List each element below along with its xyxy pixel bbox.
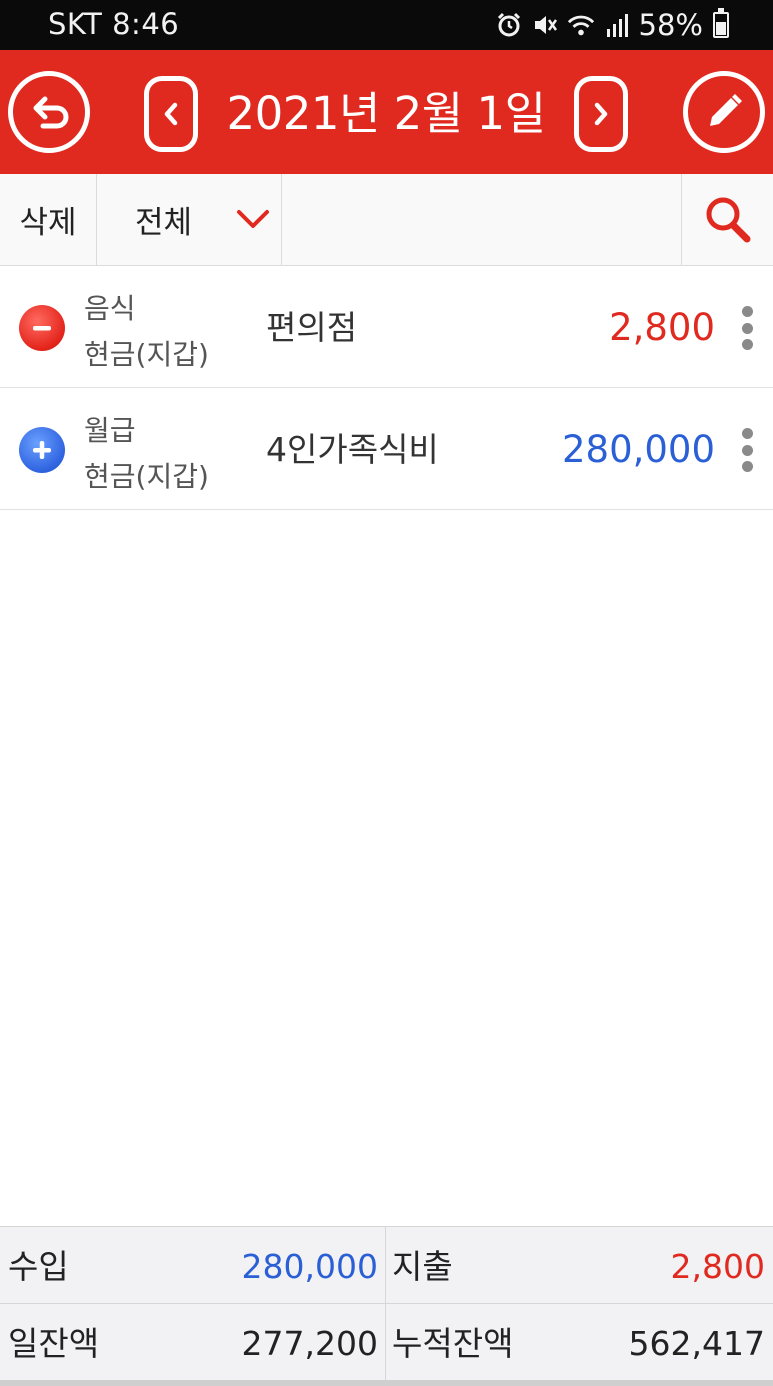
plus-circle-icon: [19, 427, 65, 473]
chevron-right-icon: [594, 102, 608, 126]
filter-value: 전체: [135, 205, 193, 241]
daily-balance-label: 일잔액: [8, 1324, 100, 1363]
transaction-account: 현금(지갑): [84, 338, 209, 371]
status-bar: SKT 8:46 58%: [0, 0, 773, 50]
expense-value: 2,800: [670, 1247, 765, 1286]
delete-button[interactable]: 삭제: [0, 174, 97, 265]
status-icons: 58%: [495, 7, 729, 43]
summary-row-totals: 수입 280,000 지출 2,800: [0, 1227, 773, 1304]
bottom-edge: [0, 1380, 773, 1386]
chevron-down-icon: [237, 210, 269, 228]
toolbar: 삭제 전체: [0, 174, 773, 266]
transaction-list: 음식 현금(지갑) 편의점 2,800 월급 현금(지갑) 4인가족식비 280…: [0, 266, 773, 510]
transaction-category: 음식: [84, 292, 136, 325]
wifi-icon: [567, 11, 595, 39]
battery-icon: [713, 8, 729, 38]
pencil-icon: [710, 94, 742, 126]
chevron-left-icon: [164, 102, 178, 126]
more-options-icon[interactable]: [741, 428, 753, 472]
minus-circle-icon: [19, 305, 65, 351]
battery-percent: 58%: [638, 8, 703, 42]
app-header: 2021년 2월 1일: [0, 50, 773, 174]
transaction-memo: 4인가족식비: [266, 430, 439, 469]
income-label: 수입: [8, 1247, 69, 1286]
date-title[interactable]: 2021년 2월 1일: [200, 86, 572, 142]
daily-balance-value: 277,200: [241, 1324, 378, 1363]
transaction-amount: 2,800: [609, 306, 715, 349]
transaction-row[interactable]: 음식 현금(지갑) 편의점 2,800: [0, 266, 773, 388]
battery-level: [716, 22, 726, 35]
transaction-amount: 280,000: [561, 428, 715, 471]
alarm-icon: [495, 11, 523, 39]
transaction-row[interactable]: 월급 현금(지갑) 4인가족식비 280,000: [0, 388, 773, 510]
signal-icon: [603, 11, 631, 39]
cumulative-balance-label: 누적잔액: [392, 1324, 514, 1363]
mute-icon: [531, 11, 559, 39]
back-icon: [33, 96, 69, 129]
income-value: 280,000: [241, 1247, 378, 1286]
search-icon: [706, 197, 750, 242]
carrier-time: SKT 8:46: [48, 7, 180, 41]
next-day-button[interactable]: [574, 76, 628, 152]
filter-dropdown[interactable]: 전체: [97, 174, 282, 265]
transaction-account: 현금(지갑): [84, 460, 209, 493]
expense-label: 지출: [392, 1247, 453, 1286]
previous-day-button[interactable]: [144, 76, 198, 152]
cumulative-balance-value: 562,417: [628, 1324, 765, 1363]
more-options-icon[interactable]: [741, 306, 753, 350]
summary-panel: 수입 280,000 지출 2,800 일잔액 277,200 누적잔액 562…: [0, 1226, 773, 1386]
summary-row-balances: 일잔액 277,200 누적잔액 562,417: [0, 1304, 773, 1381]
transaction-memo: 편의점: [266, 308, 358, 347]
back-button[interactable]: [8, 71, 90, 153]
transaction-category: 월급: [84, 414, 136, 447]
search-button[interactable]: [681, 174, 773, 265]
edit-button[interactable]: [683, 71, 765, 153]
